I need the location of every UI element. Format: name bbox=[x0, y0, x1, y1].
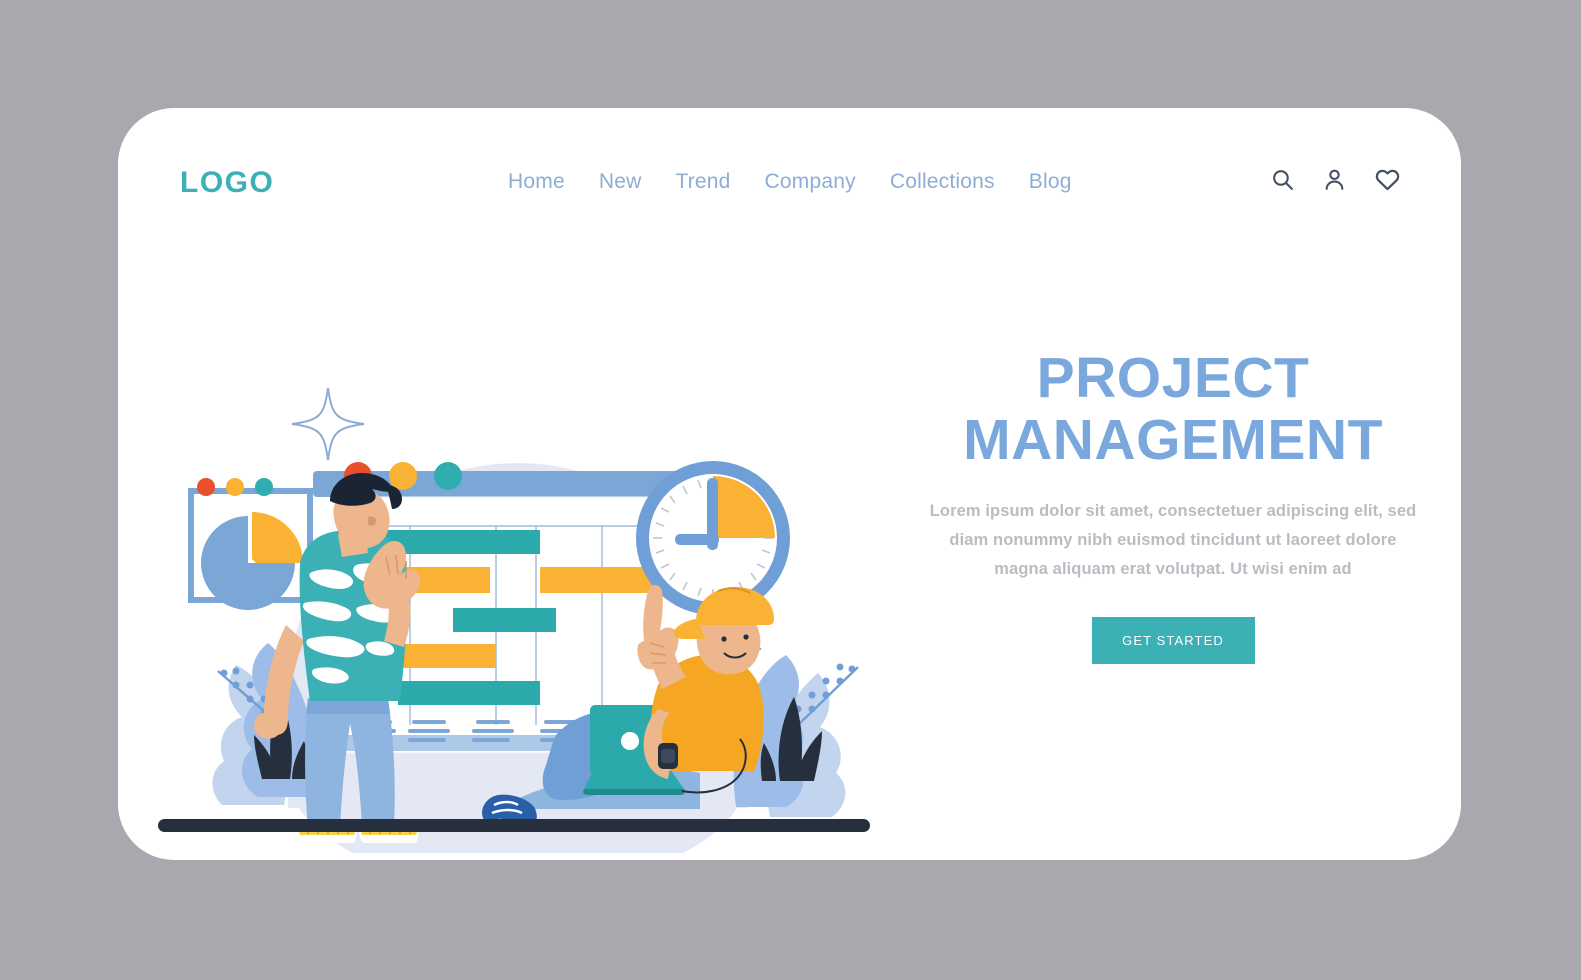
legend-group bbox=[472, 720, 514, 742]
nav-item-trend[interactable]: Trend bbox=[675, 170, 730, 194]
user-icon[interactable] bbox=[1322, 167, 1347, 197]
main-navigation: Home New Trend Company Collections Blog bbox=[508, 170, 1072, 194]
ground-line bbox=[158, 819, 870, 832]
page-title: PROJECT MANAGEMENT bbox=[928, 346, 1418, 472]
pie-chart bbox=[201, 512, 303, 610]
nav-item-blog[interactable]: Blog bbox=[1029, 170, 1072, 194]
sparkle-top-icon bbox=[291, 387, 365, 461]
page-title-line-2: MANAGEMENT bbox=[963, 407, 1383, 472]
nav-item-home[interactable]: Home bbox=[508, 170, 565, 194]
search-icon[interactable] bbox=[1270, 167, 1295, 197]
hero-illustration bbox=[158, 273, 918, 853]
page-title-line-1: PROJECT bbox=[1036, 346, 1310, 410]
window-dot-yellow bbox=[389, 462, 417, 490]
get-started-button[interactable]: GET STARTED bbox=[1091, 616, 1255, 664]
brand-logo[interactable]: LOGO bbox=[180, 166, 274, 200]
legend-group bbox=[408, 720, 450, 742]
landing-page-card: LOGO Home New Trend Company Collections … bbox=[118, 108, 1461, 860]
pie-chart-panel bbox=[188, 478, 313, 610]
hero-paragraph: Lorem ipsum dolor sit amet, consectetuer… bbox=[929, 502, 1417, 578]
pie-slice-orange bbox=[252, 512, 303, 563]
laptop-logo bbox=[621, 732, 639, 750]
site-header: LOGO Home New Trend Company Collections … bbox=[118, 108, 1461, 258]
seated-eye bbox=[743, 634, 749, 640]
nav-item-collections[interactable]: Collections bbox=[890, 170, 995, 194]
window-dot-teal bbox=[434, 462, 462, 490]
standing-left-hand bbox=[254, 713, 282, 739]
hero-copy-block: PROJECT MANAGEMENT Lorem ipsum dolor sit… bbox=[928, 346, 1418, 664]
header-actions bbox=[1270, 166, 1401, 198]
gantt-bar-task-4 bbox=[453, 608, 556, 632]
heart-icon[interactable] bbox=[1374, 166, 1401, 198]
nav-item-new[interactable]: New bbox=[599, 170, 642, 194]
pie-panel-dot-teal bbox=[255, 478, 273, 496]
gantt-bar-task-3 bbox=[540, 567, 657, 593]
pie-panel-dot-red bbox=[197, 478, 215, 496]
clock-hour-hand bbox=[675, 534, 719, 545]
gantt-bar-task-6 bbox=[398, 681, 540, 705]
pie-panel-dot-yellow bbox=[226, 478, 244, 496]
gantt-bar-task-5 bbox=[398, 644, 496, 668]
nav-item-company[interactable]: Company bbox=[765, 170, 856, 194]
seated-eye bbox=[721, 636, 727, 642]
